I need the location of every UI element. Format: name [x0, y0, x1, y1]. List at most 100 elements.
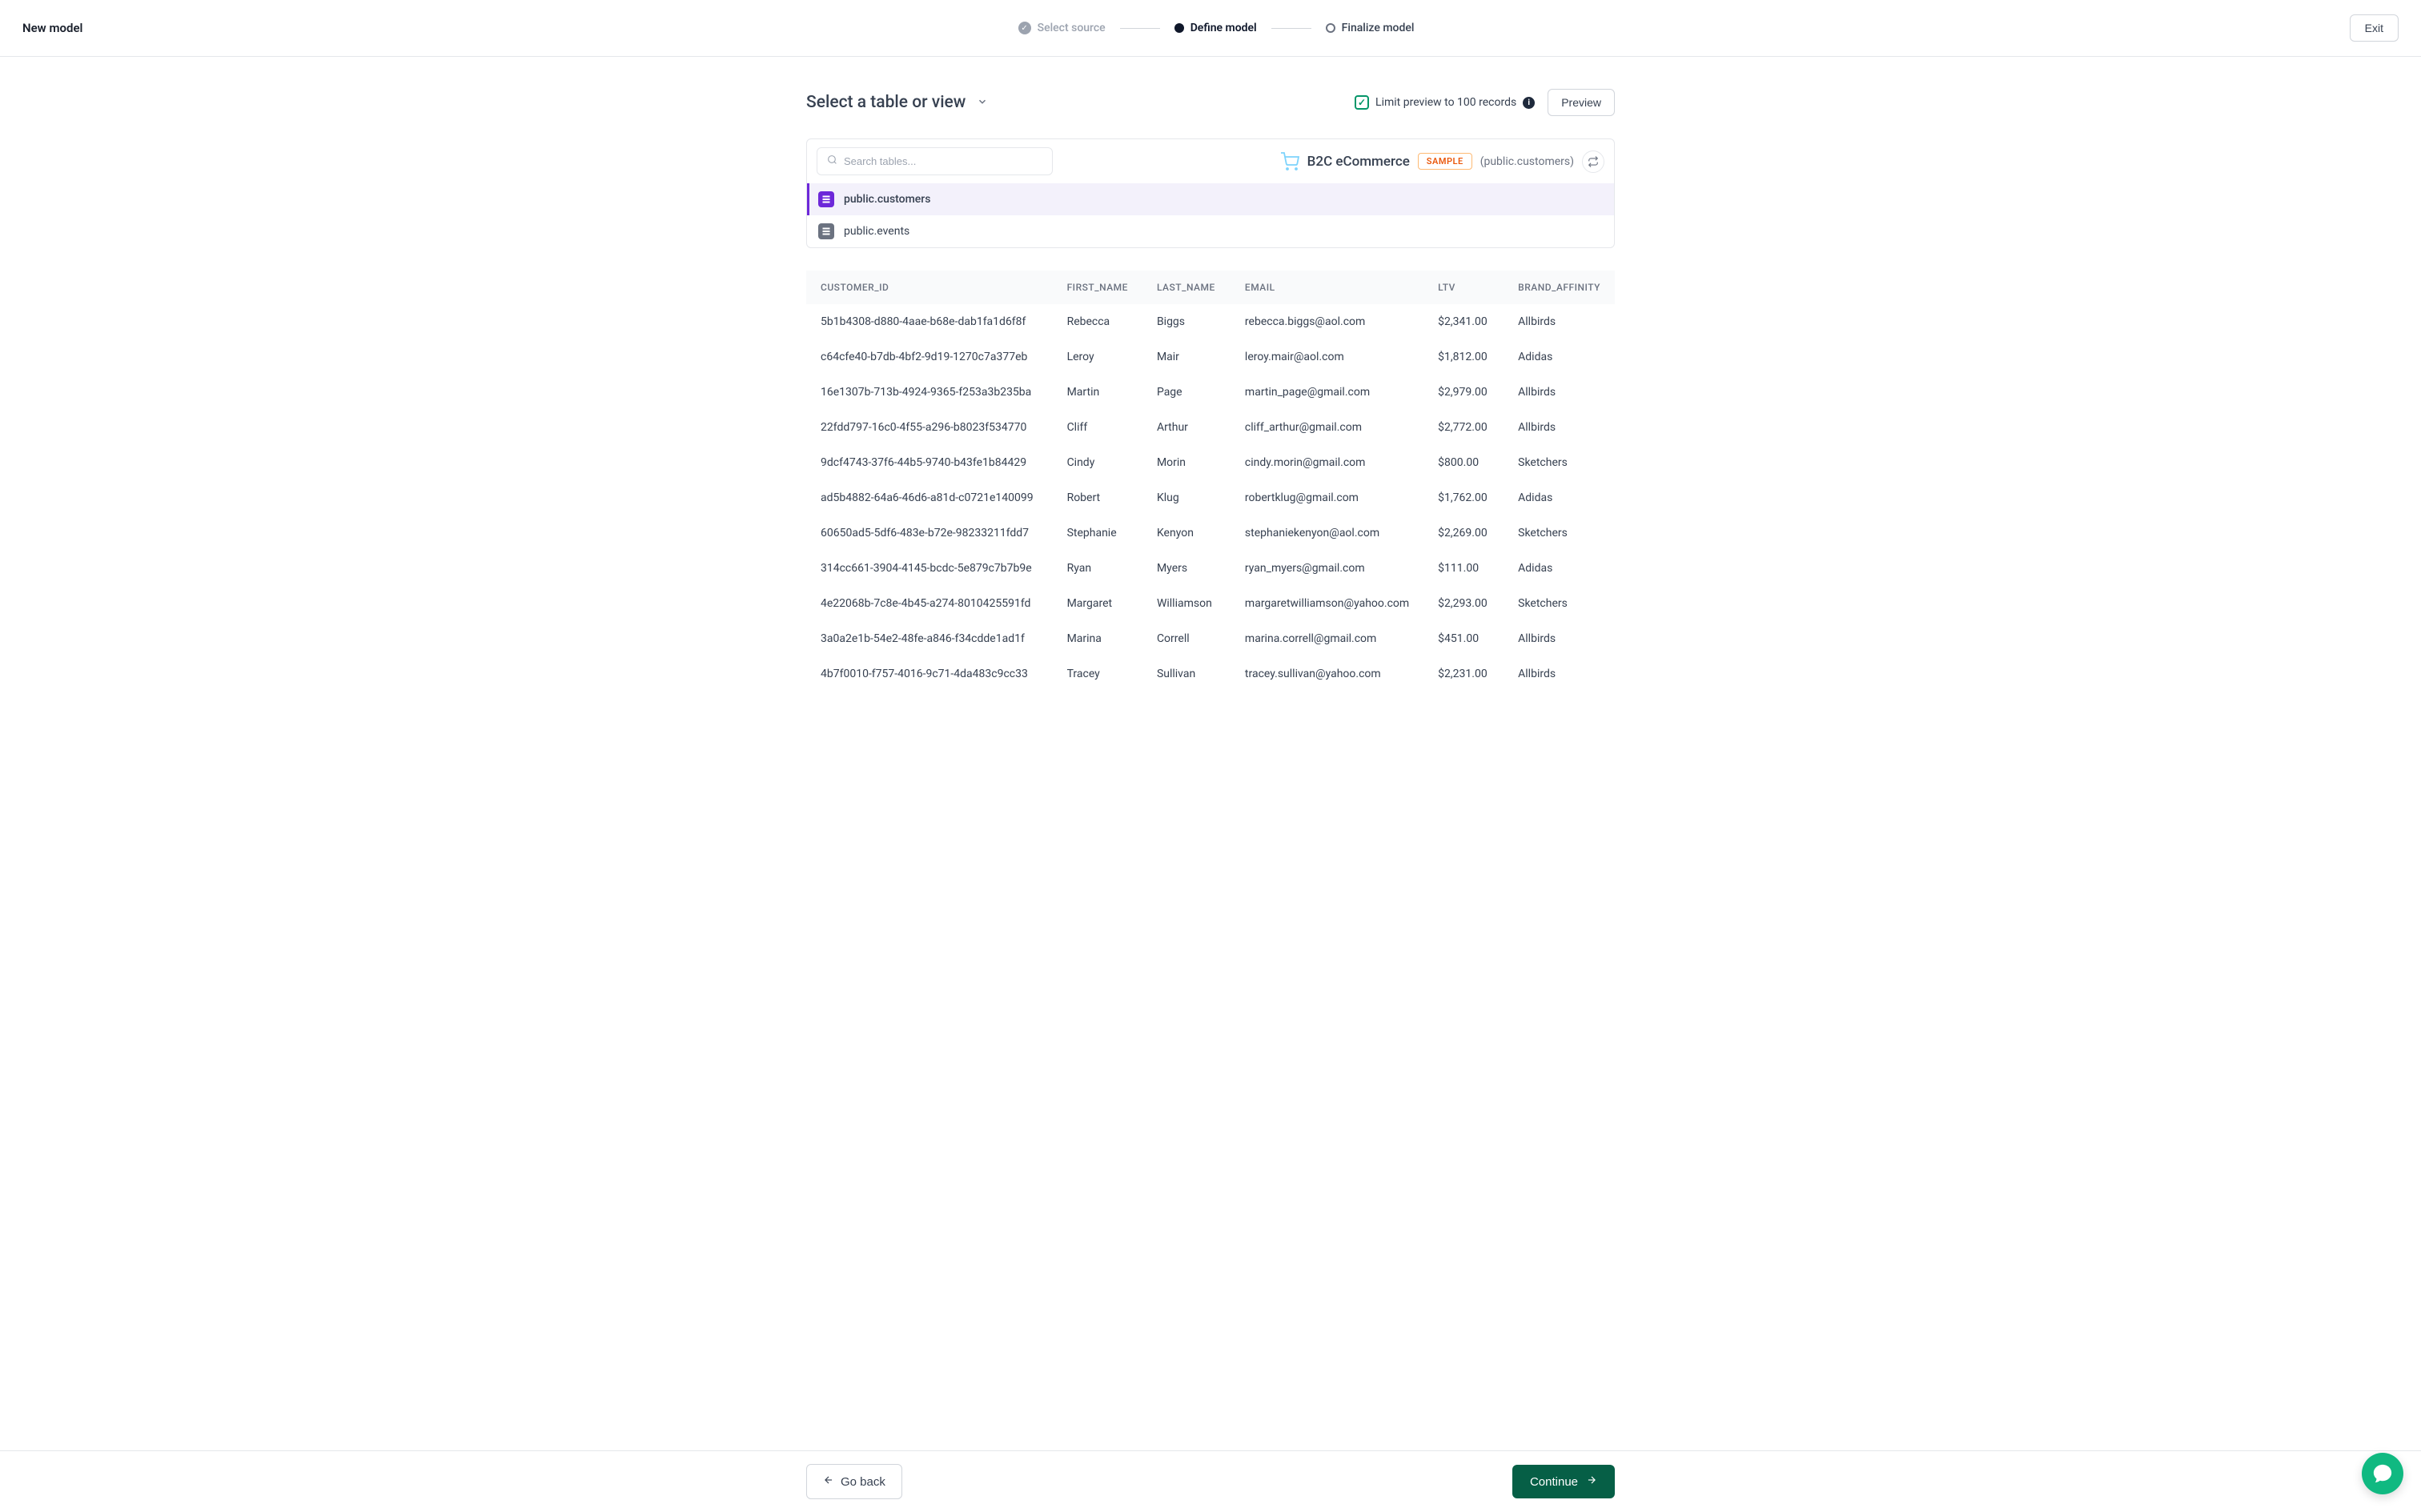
table-cell: 5b1b4308-d880-4aae-b68e-dab1fa1d6f8f: [806, 304, 1053, 339]
table-cell: Allbirds: [1504, 410, 1615, 445]
step-label: Finalize model: [1342, 22, 1415, 34]
select-table-label: Select a table or view: [806, 93, 966, 112]
table-cell: Rebecca: [1053, 304, 1142, 339]
search-wrap[interactable]: [817, 147, 1053, 175]
preview-table: CUSTOMER_IDFIRST_NAMELAST_NAMEEMAILLTVBR…: [806, 271, 1615, 692]
table-cell: Tracey: [1053, 656, 1142, 692]
column-header: FIRST_NAME: [1053, 271, 1142, 304]
column-header: EMAIL: [1231, 271, 1423, 304]
table-row: 314cc661-3904-4145-bcdc-5e879c7b7b9eRyan…: [806, 551, 1615, 586]
table-cell: marina.correll@gmail.com: [1231, 621, 1423, 656]
table-cell: 4b7f0010-f757-4016-9c71-4da483c9cc33: [806, 656, 1053, 692]
step-divider: [1120, 28, 1160, 29]
table-cell: Allbirds: [1504, 656, 1615, 692]
check-circle-icon: ✓: [1018, 22, 1031, 34]
table-cell: stephaniekenyon@aol.com: [1231, 515, 1423, 551]
sample-badge: SAMPLE: [1418, 153, 1472, 170]
table-cell: Stephanie: [1053, 515, 1142, 551]
step-label: Define model: [1190, 22, 1257, 34]
table-cell: Leroy: [1053, 339, 1142, 375]
table-cell: robertklug@gmail.com: [1231, 480, 1423, 515]
table-cell: Sketchers: [1504, 445, 1615, 480]
table-cell: Adidas: [1504, 480, 1615, 515]
step-finalize-model: Finalize model: [1326, 22, 1415, 34]
table-cell: tracey.sullivan@yahoo.com: [1231, 656, 1423, 692]
arrow-left-icon: [823, 1474, 834, 1489]
table-cell: Correll: [1142, 621, 1231, 656]
go-back-button[interactable]: Go back: [806, 1464, 902, 1499]
table-cell: Adidas: [1504, 339, 1615, 375]
table-item-label: public.customers: [844, 193, 930, 206]
table-cell: margaretwilliamson@yahoo.com: [1231, 586, 1423, 621]
column-header: CUSTOMER_ID: [806, 271, 1053, 304]
table-cell: Sketchers: [1504, 586, 1615, 621]
tables-panel: B2C eCommerce SAMPLE (public.customers) …: [806, 138, 1615, 248]
table-cell: 60650ad5-5df6-483e-b72e-98233211fdd7: [806, 515, 1053, 551]
table-cell: $2,979.00: [1423, 375, 1504, 410]
table-cell: Myers: [1142, 551, 1231, 586]
table-cell: 22fdd797-16c0-4f55-a296-b8023f534770: [806, 410, 1053, 445]
table-cell: martin_page@gmail.com: [1231, 375, 1423, 410]
limit-preview-checkbox[interactable]: ✓: [1355, 95, 1369, 110]
search-icon: [827, 154, 837, 168]
column-header: BRAND_AFFINITY: [1504, 271, 1615, 304]
table-cell: 9dcf4743-37f6-44b5-9740-b43fe1b84429: [806, 445, 1053, 480]
chat-fab[interactable]: [2362, 1453, 2403, 1494]
table-cell: $2,341.00: [1423, 304, 1504, 339]
table-row: ad5b4882-64a6-46d6-a81d-c0721e140099Robe…: [806, 480, 1615, 515]
table-cell: $2,293.00: [1423, 586, 1504, 621]
table-cell: Mair: [1142, 339, 1231, 375]
table-cell: Adidas: [1504, 551, 1615, 586]
table-cell: $2,231.00: [1423, 656, 1504, 692]
table-cell: cindy.morin@gmail.com: [1231, 445, 1423, 480]
table-cell: Allbirds: [1504, 304, 1615, 339]
step-label: Select source: [1038, 22, 1106, 34]
search-input[interactable]: [844, 155, 1042, 167]
table-cell: $800.00: [1423, 445, 1504, 480]
table-cell: $2,269.00: [1423, 515, 1504, 551]
table-icon: [818, 191, 834, 207]
table-cell: $1,812.00: [1423, 339, 1504, 375]
table-cell: $451.00: [1423, 621, 1504, 656]
limit-preview-label: Limit preview to 100 records: [1375, 96, 1516, 109]
refresh-button[interactable]: [1582, 150, 1604, 173]
circle-icon: [1326, 23, 1335, 33]
table-item[interactable]: public.events: [807, 215, 1614, 247]
table-row: 4e22068b-7c8e-4b45-a274-8010425591fdMarg…: [806, 586, 1615, 621]
column-header: LTV: [1423, 271, 1504, 304]
info-icon[interactable]: i: [1523, 97, 1535, 109]
table-cell: Williamson: [1142, 586, 1231, 621]
table-row: c64cfe40-b7db-4bf2-9d19-1270c7a377ebLero…: [806, 339, 1615, 375]
table-row: 22fdd797-16c0-4f55-a296-b8023f534770Clif…: [806, 410, 1615, 445]
exit-button[interactable]: Exit: [2350, 14, 2399, 42]
preview-button[interactable]: Preview: [1548, 89, 1615, 116]
table-cell: Klug: [1142, 480, 1231, 515]
table-cell: 4e22068b-7c8e-4b45-a274-8010425591fd: [806, 586, 1053, 621]
select-table-dropdown[interactable]: Select a table or view: [806, 93, 988, 112]
cart-icon: [1280, 152, 1299, 171]
table-row: 60650ad5-5df6-483e-b72e-98233211fdd7Step…: [806, 515, 1615, 551]
continue-label: Continue: [1530, 1475, 1578, 1489]
table-cell: ryan_myers@gmail.com: [1231, 551, 1423, 586]
stepper: ✓ Select source Define model Finalize mo…: [1018, 22, 1415, 34]
arrow-right-icon: [1586, 1474, 1597, 1489]
table-cell: Sketchers: [1504, 515, 1615, 551]
table-cell: 16e1307b-713b-4924-9365-f253a3b235ba: [806, 375, 1053, 410]
table-cell: cliff_arthur@gmail.com: [1231, 410, 1423, 445]
table-row: 5b1b4308-d880-4aae-b68e-dab1fa1d6f8fRebe…: [806, 304, 1615, 339]
table-cell: Kenyon: [1142, 515, 1231, 551]
source-table-name: (public.customers): [1480, 155, 1574, 168]
table-icon: [818, 223, 834, 239]
table-cell: 3a0a2e1b-54e2-48fe-a846-f34cdde1ad1f: [806, 621, 1053, 656]
table-cell: Martin: [1053, 375, 1142, 410]
table-cell: c64cfe40-b7db-4bf2-9d19-1270c7a377eb: [806, 339, 1053, 375]
column-header: LAST_NAME: [1142, 271, 1231, 304]
table-cell: Margaret: [1053, 586, 1142, 621]
continue-button[interactable]: Continue: [1512, 1465, 1615, 1498]
table-cell: Cindy: [1053, 445, 1142, 480]
table-item[interactable]: public.customers: [807, 183, 1614, 215]
dot-icon: [1174, 23, 1184, 33]
table-row: 3a0a2e1b-54e2-48fe-a846-f34cdde1ad1fMari…: [806, 621, 1615, 656]
table-cell: Morin: [1142, 445, 1231, 480]
table-cell: 314cc661-3904-4145-bcdc-5e879c7b7b9e: [806, 551, 1053, 586]
